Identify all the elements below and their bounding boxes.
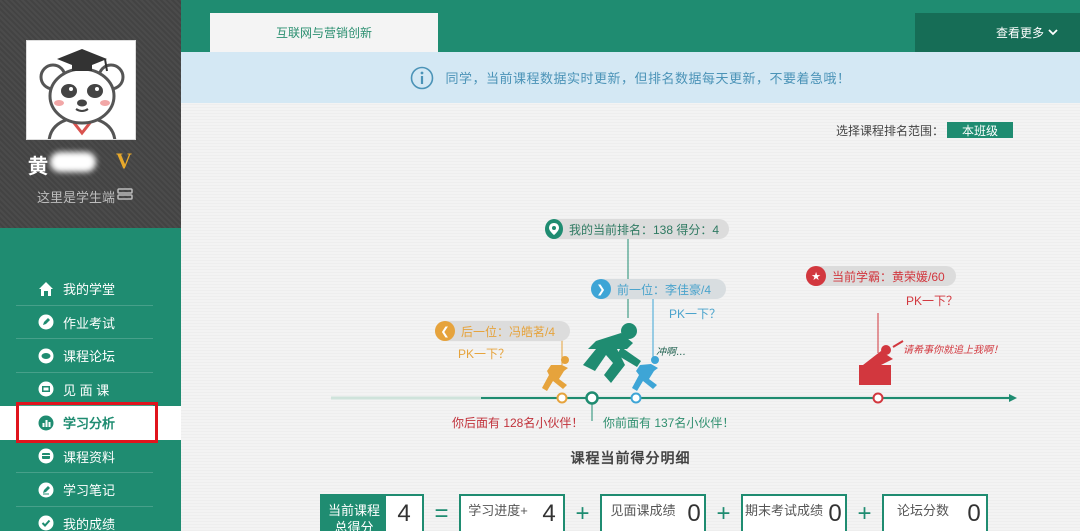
me-marker (585, 391, 599, 405)
sidebar-item-homework[interactable]: 作业考试 (0, 306, 181, 340)
vip-badge: V (116, 148, 132, 173)
sidebar-item-label: 我的学堂 (63, 282, 116, 298)
ahead-text: 前一位：李佳豪/4 (617, 282, 712, 297)
sidebar-item-forum[interactable]: 课程论坛 (0, 339, 181, 373)
note-icon (38, 482, 54, 498)
chat-icon (38, 348, 54, 364)
role-label: 这里是学生端 (37, 190, 116, 205)
total-score-box: 当前课程总得分 4 (320, 494, 424, 531)
my-rank-pill: 我的当前排名：138 得分：4 (545, 219, 729, 239)
forum-score-box: 论坛分数 0 (882, 494, 988, 531)
total-score-value: 4 (397, 500, 411, 527)
forum-score-label: 论坛分数 (884, 496, 962, 531)
more-dropdown[interactable]: 查看更多 (915, 13, 1080, 52)
sidebar-item-label: 学习笔记 (63, 483, 116, 499)
user-name: 黄 (28, 156, 49, 178)
my-rank-text: 我的当前排名：138 得分：4 (568, 222, 719, 237)
pencil-icon (38, 314, 54, 330)
top-student-icon (859, 340, 904, 385)
top-student-text: 当前学霸：黄荣媛/60 (832, 269, 945, 284)
info-icon (411, 66, 434, 89)
live-class-score-value: 0 (687, 500, 701, 527)
progress-score-value: 4 (542, 500, 556, 527)
sidebar-item-label: 课程论坛 (63, 349, 116, 365)
chevron-left-icon: ❮ (435, 321, 455, 341)
equals-sign: = (434, 500, 449, 527)
profile-panel: 黄 V 这里是学生端 (0, 0, 181, 228)
ahead-shout: 冲啊... (656, 347, 686, 358)
forum-score-value: 0 (967, 500, 981, 527)
behind-marker (556, 392, 568, 404)
sidebar-item-learning-analysis[interactable]: 学习分析 (0, 406, 181, 440)
score-formula: 当前课程总得分 4 = 学习进度+ 4 + 见面课成绩 0 + 期末考试成绩 0… (320, 494, 988, 531)
screen-icon (38, 381, 54, 397)
tab-course[interactable]: 互联网与营销创新 (210, 13, 438, 52)
score-section-title: 课程当前得分明细 (570, 450, 691, 466)
sidebar: 黄 V 这里是学生端 我的学堂 作业考试 课程论坛 见 面 课 学习分析 课程资… (0, 0, 181, 531)
chevron-down-icon (1048, 29, 1058, 36)
ahead-count-text: 你前面有 137名小伙伴！ (603, 416, 735, 430)
notice-text: 同学，当前课程数据实时更新，但排名数据每天更新，不要着急哦！ (445, 71, 851, 86)
plus-sign: + (857, 500, 872, 527)
home-icon (38, 281, 54, 297)
top-marker (872, 392, 884, 404)
switch-role-icon[interactable] (117, 187, 133, 201)
sidebar-item-notes[interactable]: 学习笔记 (0, 473, 181, 507)
sidebar-item-label: 我的成绩 (63, 516, 116, 531)
behind-runner-icon (542, 356, 569, 391)
final-exam-score-label: 期末考试成绩 (743, 496, 825, 531)
sidebar-item-my-grades[interactable]: 我的成绩 (0, 507, 181, 531)
me-runner-icon (583, 323, 641, 383)
track-arrow-icon (1009, 394, 1017, 402)
sidebar-item-label: 见 面 课 (63, 382, 110, 398)
location-pin-icon (545, 219, 563, 239)
sidebar-nav: 我的学堂 作业考试 课程论坛 见 面 课 学习分析 课程资料 学习笔记 我的成绩 (0, 272, 181, 531)
star-icon: ★ (806, 266, 826, 286)
live-class-score-box: 见面课成绩 0 (600, 494, 706, 531)
plus-sign: + (716, 500, 731, 527)
more-label: 查看更多 (995, 26, 1044, 40)
check-icon (38, 515, 54, 531)
chevron-right-icon: ❯ (591, 279, 611, 299)
ahead-marker (630, 392, 642, 404)
sidebar-item-label: 课程资料 (63, 449, 116, 465)
final-exam-score-value: 0 (828, 500, 842, 527)
top-student-pill[interactable]: ★ 当前学霸：黄荣媛/60 (806, 266, 956, 286)
total-score-label: 当前课程总得分 (322, 496, 386, 531)
sidebar-item-label: 作业考试 (63, 315, 116, 331)
sidebar-item-live-class[interactable]: 见 面 课 (0, 373, 181, 407)
sidebar-item-my-classroom[interactable]: 我的学堂 (0, 272, 181, 306)
progress-score-box: 学习进度+ 4 (459, 494, 565, 531)
pk-top-link[interactable]: PK一下？ (906, 292, 958, 309)
sidebar-item-materials[interactable]: 课程资料 (0, 440, 181, 474)
ahead-pill[interactable]: ❯ 前一位：李佳豪/4 (591, 279, 726, 299)
redacted-name-blur (50, 152, 96, 172)
behind-pill[interactable]: ❮ 后一位：冯皓茗/4 (435, 321, 570, 341)
top-shout: 请希事你就追上我啊！ (903, 345, 1003, 356)
live-class-score-label: 见面课成绩 (602, 496, 684, 531)
folder-icon (38, 448, 54, 464)
final-exam-score-box: 期末考试成绩 0 (741, 494, 847, 531)
progress-score-label: 学习进度+ (461, 496, 535, 531)
sidebar-item-label: 学习分析 (63, 416, 116, 432)
pk-ahead-link[interactable]: PK一下？ (669, 305, 721, 322)
pk-behind-link[interactable]: PK一下？ (458, 345, 510, 362)
plus-sign: + (575, 500, 590, 527)
notice-banner: 同学，当前课程数据实时更新，但排名数据每天更新，不要着急哦！ (181, 52, 1080, 103)
behind-count-text: 你后面有 128名小伙伴！ (452, 416, 584, 430)
avatar[interactable] (26, 40, 136, 140)
analysis-content: 选择课程排名范围： 本班级 我的当前排名：138 得分：4 ❯ 前一位：李佳豪/… (181, 103, 1080, 531)
bar-chart-icon (38, 415, 54, 431)
top-bar: 互联网与营销创新 查看更多 (181, 0, 1080, 52)
behind-text: 后一位：冯皓茗/4 (461, 324, 556, 339)
